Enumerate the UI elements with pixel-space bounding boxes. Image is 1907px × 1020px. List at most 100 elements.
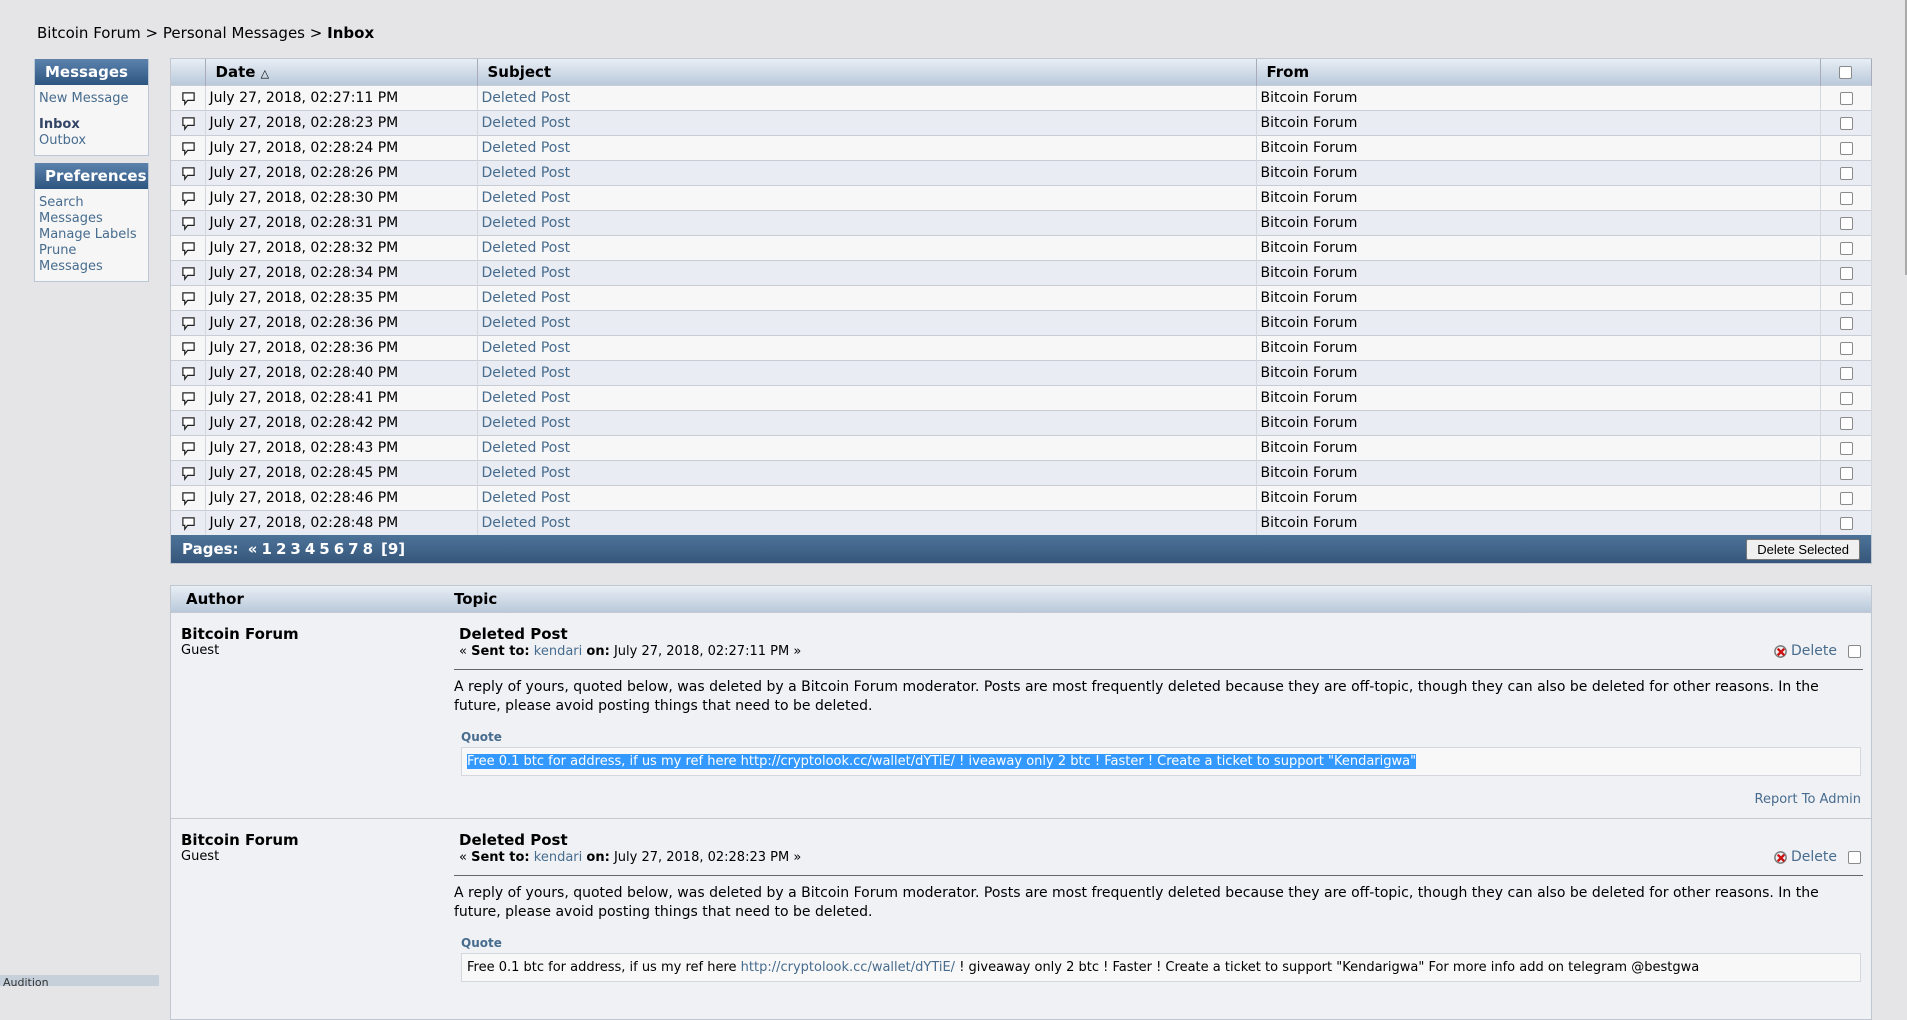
message-subject[interactable]: Deleted Post [477,260,1257,286]
select-all-checkbox[interactable] [1839,66,1852,79]
post-delete[interactable]: Delete [1773,849,1861,865]
message-select-checkbox[interactable] [1839,316,1853,330]
breadcrumb-forum-link[interactable]: Bitcoin Forum [37,24,141,42]
sidebar-item-inbox[interactable]: Inbox [39,117,144,133]
message-select-checkbox[interactable] [1839,216,1853,230]
table-row[interactable]: July 27, 2018, 02:28:34 PM Deleted Post Bi… [171,260,1872,286]
message-subject-link[interactable]: Deleted Post [482,440,571,456]
table-row[interactable]: July 27, 2018, 02:28:42 PM Deleted Post Bi… [171,410,1872,436]
message-subject-link[interactable]: Deleted Post [482,415,571,431]
message-select-checkbox[interactable] [1839,116,1853,130]
delete-link[interactable]: Delete [1791,643,1837,659]
sidebar-item-manage-labels[interactable]: Manage Labels [39,227,144,243]
recipient-link[interactable]: kendari [534,850,582,865]
message-select-checkbox[interactable] [1839,241,1853,255]
post-author[interactable]: Bitcoin Forum [181,625,299,643]
breadcrumb-pm-link[interactable]: Personal Messages [163,24,305,42]
table-row[interactable]: July 27, 2018, 02:28:41 PM Deleted Post Bi… [171,385,1872,411]
table-row[interactable]: July 27, 2018, 02:28:24 PM Deleted Post Bi… [171,135,1872,161]
post-select-checkbox[interactable] [1848,644,1861,658]
report-to-admin-link[interactable]: Report To Admin [454,776,1871,815]
message-subject[interactable]: Deleted Post [477,360,1257,386]
message-subject-link[interactable]: Deleted Post [482,140,571,156]
table-row[interactable]: July 27, 2018, 02:28:31 PM Deleted Post Bi… [171,210,1872,236]
table-row[interactable]: July 27, 2018, 02:28:32 PM Deleted Post Bi… [171,235,1872,261]
message-subject[interactable]: Deleted Post [477,385,1257,411]
page-link[interactable]: 8 [363,540,373,558]
table-row[interactable]: July 27, 2018, 02:27:11 PM Deleted Post Bi… [171,85,1872,111]
table-row[interactable]: July 27, 2018, 02:28:46 PM Deleted Post Bi… [171,485,1872,511]
message-subject-link[interactable]: Deleted Post [482,340,571,356]
sidebar-item-prune-messages[interactable]: Prune Messages [39,243,144,275]
message-subject[interactable]: Deleted Post [477,485,1257,511]
message-select-checkbox[interactable] [1839,141,1853,155]
quote-link[interactable]: http://cryptolook.cc/wallet/dYTiE/ [741,960,955,975]
message-subject-link[interactable]: Deleted Post [482,515,571,531]
message-subject[interactable]: Deleted Post [477,460,1257,486]
post-delete[interactable]: Delete [1773,643,1861,659]
message-subject-link[interactable]: Deleted Post [482,115,571,131]
message-subject-link[interactable]: Deleted Post [482,240,571,256]
message-subject-link[interactable]: Deleted Post [482,390,571,406]
page-link[interactable]: 3 [290,540,300,558]
message-select-checkbox[interactable] [1839,341,1853,355]
sidebar-item-search-messages[interactable]: Search Messages [39,195,144,227]
message-subject-link[interactable]: Deleted Post [482,315,571,331]
delete-selected-button[interactable]: Delete Selected [1746,538,1860,560]
delete-link[interactable]: Delete [1791,849,1837,865]
message-subject-link[interactable]: Deleted Post [482,215,571,231]
message-select-checkbox[interactable] [1839,366,1853,380]
message-subject-link[interactable]: Deleted Post [482,290,571,306]
message-select-checkbox[interactable] [1839,516,1853,530]
message-subject[interactable]: Deleted Post [477,285,1257,311]
table-row[interactable]: July 27, 2018, 02:28:30 PM Deleted Post Bi… [171,185,1872,211]
message-subject-link[interactable]: Deleted Post [482,465,571,481]
message-subject[interactable]: Deleted Post [477,510,1257,535]
page-link[interactable]: 7 [348,540,358,558]
message-select-checkbox[interactable] [1839,266,1853,280]
table-row[interactable]: July 27, 2018, 02:28:36 PM Deleted Post Bi… [171,335,1872,361]
message-subject[interactable]: Deleted Post [477,310,1257,336]
post-select-checkbox[interactable] [1848,850,1861,864]
pages-prev[interactable]: « [248,540,258,558]
message-subject[interactable]: Deleted Post [477,435,1257,461]
table-row[interactable]: July 27, 2018, 02:28:35 PM Deleted Post Bi… [171,285,1872,311]
message-subject-link[interactable]: Deleted Post [482,190,571,206]
table-row[interactable]: July 27, 2018, 02:28:45 PM Deleted Post Bi… [171,460,1872,486]
table-row[interactable]: July 27, 2018, 02:28:26 PM Deleted Post Bi… [171,160,1872,186]
page-link[interactable]: 1 [262,540,272,558]
table-row[interactable]: July 27, 2018, 02:28:40 PM Deleted Post Bi… [171,360,1872,386]
message-select-checkbox[interactable] [1839,391,1853,405]
page-link[interactable]: 4 [305,540,315,558]
message-subject-link[interactable]: Deleted Post [482,365,571,381]
message-subject-link[interactable]: Deleted Post [482,90,571,106]
recipient-link[interactable]: kendari [534,644,582,659]
table-row[interactable]: July 27, 2018, 02:28:48 PM Deleted Post Bi… [171,510,1872,535]
page-link[interactable]: 2 [276,540,286,558]
message-select-checkbox[interactable] [1839,166,1853,180]
message-subject[interactable]: Deleted Post [477,210,1257,236]
message-select-checkbox[interactable] [1839,91,1853,105]
message-subject-link[interactable]: Deleted Post [482,490,571,506]
message-subject-link[interactable]: Deleted Post [482,165,571,181]
table-row[interactable]: July 27, 2018, 02:28:23 PM Deleted Post Bi… [171,110,1872,136]
subject-column-header[interactable]: Subject [477,59,1257,86]
date-column-header[interactable]: Date △ [205,59,478,86]
message-select-checkbox[interactable] [1839,466,1853,480]
message-subject[interactable]: Deleted Post [477,335,1257,361]
message-select-checkbox[interactable] [1839,441,1853,455]
message-subject[interactable]: Deleted Post [477,110,1257,136]
message-select-checkbox[interactable] [1839,491,1853,505]
message-subject[interactable]: Deleted Post [477,185,1257,211]
message-select-checkbox[interactable] [1839,191,1853,205]
taskbar-item[interactable]: Audition [0,975,159,986]
message-subject[interactable]: Deleted Post [477,410,1257,436]
message-select-checkbox[interactable] [1839,416,1853,430]
page-link[interactable]: 6 [334,540,344,558]
message-subject[interactable]: Deleted Post [477,135,1257,161]
message-subject[interactable]: Deleted Post [477,160,1257,186]
sidebar-item-new-message[interactable]: New Message [39,91,144,107]
table-row[interactable]: July 27, 2018, 02:28:43 PM Deleted Post Bi… [171,435,1872,461]
message-select-checkbox[interactable] [1839,291,1853,305]
table-row[interactable]: July 27, 2018, 02:28:36 PM Deleted Post Bi… [171,310,1872,336]
